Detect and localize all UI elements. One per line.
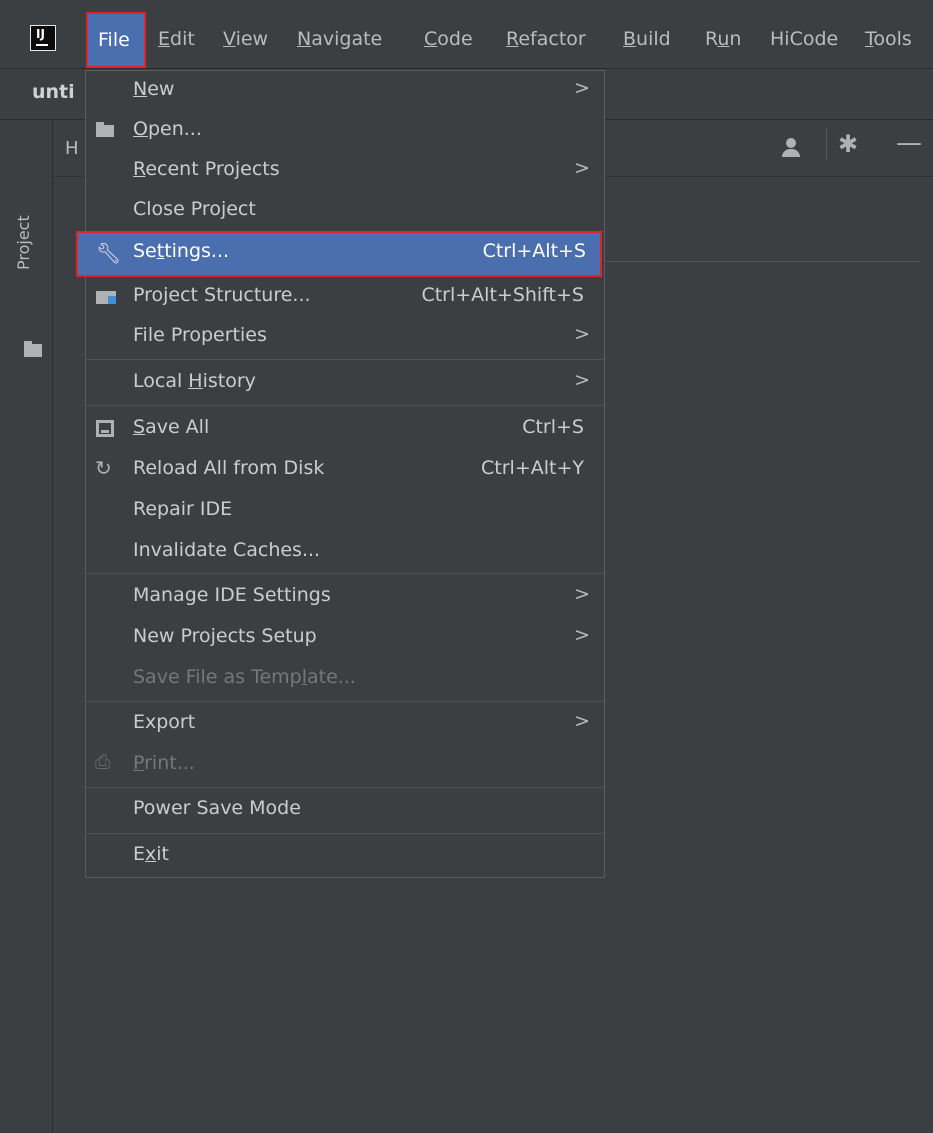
app-logo-icon[interactable]: IJ (30, 25, 56, 51)
menu-item-new[interactable]: New > (86, 71, 604, 113)
shortcut-label: Ctrl+Alt+S (482, 240, 586, 262)
menu-item-settings[interactable]: 🔧︎ Settings... Ctrl+Alt+S (76, 231, 602, 277)
project-tool-tab[interactable]: Project (14, 215, 33, 270)
menu-separator (86, 701, 604, 702)
panel-divider (600, 261, 920, 262)
menu-separator (86, 359, 604, 360)
menu-file[interactable]: File (86, 12, 146, 68)
project-name[interactable]: unti (32, 81, 75, 103)
reload-icon: ↻ (95, 456, 112, 480)
shortcut-label: Ctrl+Alt+Y (481, 457, 584, 479)
save-icon (96, 420, 114, 437)
menu-tools[interactable]: Tools (865, 28, 912, 50)
submenu-arrow-icon: > (574, 77, 590, 99)
user-icon[interactable] (780, 138, 802, 160)
print-icon: ⎙ (95, 751, 111, 773)
menu-item-file-properties[interactable]: File Properties > (86, 317, 604, 359)
submenu-arrow-icon: > (574, 583, 590, 605)
menu-item-save-all[interactable]: Save All Ctrl+S (86, 409, 604, 451)
menu-refactor[interactable]: Refactor (506, 28, 586, 50)
menu-separator (86, 405, 604, 406)
submenu-arrow-icon: > (574, 157, 590, 179)
menu-item-power-save-mode[interactable]: Power Save Mode (86, 790, 604, 832)
folder-open-icon (96, 122, 114, 137)
menu-view[interactable]: View (223, 28, 268, 50)
menu-item-export[interactable]: Export > (86, 704, 604, 746)
toolbar-separator (826, 128, 827, 160)
menu-item-invalidate-caches[interactable]: Invalidate Caches... (86, 532, 604, 574)
menu-item-exit[interactable]: Exit (86, 836, 604, 878)
submenu-arrow-icon: > (574, 323, 590, 345)
menu-separator (86, 231, 604, 232)
menu-item-manage-ide-settings[interactable]: Manage IDE Settings > (86, 577, 604, 619)
menu-build[interactable]: Build (623, 28, 671, 50)
submenu-arrow-icon: > (574, 710, 590, 732)
menu-item-local-history[interactable]: Local History > (86, 363, 604, 405)
menu-item-repair-ide[interactable]: Repair IDE (86, 491, 604, 533)
menu-hicode[interactable]: HiCode (770, 28, 838, 50)
menu-item-new-projects-setup[interactable]: New Projects Setup > (86, 618, 604, 660)
menu-run[interactable]: Run (705, 28, 741, 50)
panel-title: H (65, 138, 79, 159)
menu-item-recent-projects[interactable]: Recent Projects > (86, 151, 604, 193)
menu-item-project-structure[interactable]: Project Structure... Ctrl+Alt+Shift+S (86, 277, 604, 319)
menu-item-open[interactable]: Open... (86, 111, 604, 153)
menu-bar: IJ File Edit View Navigate Code Refactor… (0, 0, 933, 69)
menu-code[interactable]: Code (424, 28, 473, 50)
submenu-arrow-icon: > (574, 624, 590, 646)
folder-icon[interactable] (24, 341, 42, 357)
file-menu-dropdown: New > Open... Recent Projects > Close Pr… (76, 70, 605, 878)
menu-item-save-file-as-template: Save File as Template... (133, 666, 356, 688)
gear-icon[interactable]: ✱ (838, 130, 858, 158)
submenu-arrow-icon: > (574, 369, 590, 391)
menu-navigate[interactable]: Navigate (297, 28, 382, 50)
menu-separator (86, 573, 604, 574)
menu-separator (86, 833, 604, 834)
menu-separator (86, 787, 604, 788)
shortcut-label: Ctrl+Alt+Shift+S (421, 284, 584, 306)
minimize-icon[interactable]: — (896, 128, 922, 158)
menu-edit[interactable]: Edit (158, 28, 195, 50)
shortcut-label: Ctrl+S (522, 416, 584, 438)
menu-item-print: ⎙ Print... (95, 751, 195, 774)
tool-window-strip: Project (0, 120, 53, 1133)
menu-item-close-project[interactable]: Close Project (86, 191, 604, 233)
project-structure-icon (96, 291, 116, 304)
wrench-icon: 🔧︎ (96, 241, 122, 265)
menu-item-reload-all[interactable]: ↻ Reload All from Disk Ctrl+Alt+Y (86, 450, 604, 492)
